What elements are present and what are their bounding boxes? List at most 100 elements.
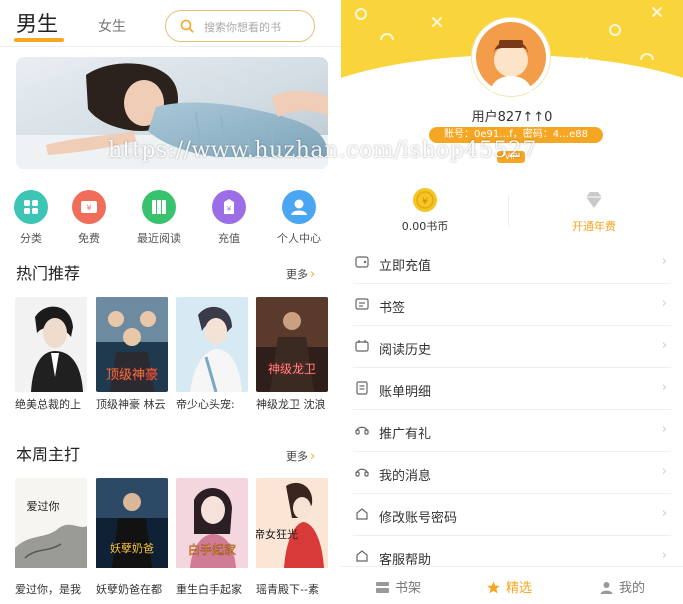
chevron-right-icon: › (310, 449, 316, 464)
book-card[interactable]: 妖孽奶爸 妖孽奶爸在都 (96, 478, 168, 597)
chevron-right-icon: › (310, 267, 316, 282)
password-icon (356, 508, 368, 520)
quick-link-free[interactable]: ¥ 免费 (66, 190, 112, 246)
book-cover: 神级龙卫 (256, 297, 328, 392)
cover-title: 神级龙卫 (268, 362, 316, 376)
bookmark-icon (355, 298, 369, 310)
book-card[interactable]: 帝少心头宠: (176, 297, 248, 412)
menu-label: 修改账号密码 (379, 511, 458, 526)
quick-link-category[interactable]: 分类 (8, 190, 54, 246)
bill-icon (356, 381, 368, 395)
star-icon (487, 581, 500, 594)
weekly-more-link[interactable]: 更多 › (286, 448, 315, 464)
tab-female[interactable]: 女生 (98, 16, 126, 36)
book-title: 帝少心头宠: (176, 398, 235, 411)
quick-link-user-center[interactable]: 个人中心 (276, 190, 322, 246)
active-tab-indicator (14, 38, 64, 42)
menu-label: 立即充值 (379, 259, 432, 274)
svg-text:¥: ¥ (86, 204, 91, 213)
message-icon (355, 468, 369, 477)
free-icon: ¥ (72, 190, 106, 224)
top-bar: 男生 女生 搜索你想看的书 (0, 0, 341, 46)
book-card[interactable]: 帝女狂光 瑶青殿下--素 (256, 478, 328, 597)
menu-label: 我的消息 (379, 469, 432, 484)
user-center-icon (282, 190, 316, 224)
menu-item-recharge[interactable]: 立即充值 › (353, 242, 671, 284)
bottom-tab-bar: 书架 精选 我的 (341, 566, 683, 604)
tab-label: 书架 (395, 581, 422, 596)
app-root: 男生 女生 搜索你想看的书 分类 ¥ 免费 最近阅读 ¥ 充值 个人中心 热门推… (0, 0, 683, 604)
book-title: 瑶青殿下--素 (256, 583, 319, 596)
book-title: 神级龙卫 沈浪 (256, 398, 326, 411)
quick-link-label: 充值 (218, 232, 240, 245)
quick-link-recent[interactable]: 最近阅读 (136, 190, 182, 246)
menu-label: 书签 (379, 301, 406, 316)
divider (508, 195, 509, 227)
menu-item-bookmark[interactable]: 书签 › (353, 284, 671, 326)
quick-link-label: 最近阅读 (137, 232, 181, 245)
menu-item-change-password[interactable]: 修改账号密码 › (353, 494, 671, 536)
coin-balance[interactable]: ¥ 0.00书币 (365, 188, 485, 234)
chevron-right-icon: › (661, 338, 667, 353)
menu-item-history[interactable]: 阅读历史 › (353, 326, 671, 368)
tab-mine[interactable]: 我的 (599, 577, 645, 596)
tab-label: 我的 (619, 581, 646, 596)
book-title: 爱过你，是我 (15, 583, 81, 596)
category-icon (14, 190, 48, 224)
book-card[interactable]: 绝美总裁的上 (15, 297, 87, 412)
more-label: 更多 (286, 450, 308, 463)
quick-link-recharge[interactable]: ¥ 充值 (206, 190, 252, 246)
wallet-icon (355, 256, 369, 268)
username: 用户827↑↑0 (471, 110, 553, 125)
book-cover: 爱过你 (15, 478, 87, 573)
chevron-right-icon: › (661, 464, 667, 479)
cover-title: 顶级神豪 (106, 367, 158, 383)
hot-more-link[interactable]: 更多 › (286, 266, 315, 282)
help-icon (356, 550, 368, 562)
banner-image (16, 57, 328, 169)
recent-reading-icon (142, 190, 176, 224)
book-cover: 妖孽奶爸 (96, 478, 168, 573)
book-title: 顶级神豪 林云 (96, 398, 166, 411)
avatar[interactable] (472, 18, 550, 96)
search-icon (180, 19, 194, 33)
promo-banner[interactable] (16, 57, 328, 169)
menu-item-bills[interactable]: 账单明细 › (353, 368, 671, 410)
book-card[interactable]: 顶级神豪 顶级神豪 林云 (96, 297, 168, 412)
svg-text:¥: ¥ (227, 205, 232, 213)
search-placeholder: 搜索你想看的书 (204, 21, 281, 34)
book-cover: 白手起家 (176, 478, 248, 573)
annual-membership-label: 开通年费 (572, 220, 616, 233)
book-card[interactable]: 爱过你 爱过你，是我 (15, 478, 87, 597)
coin-balance-value: 0.00书币 (401, 220, 449, 233)
divider (0, 46, 341, 47)
menu-label: 推广有礼 (379, 427, 432, 442)
chevron-right-icon: › (661, 548, 667, 563)
account-credentials: 账号：0e91…f，密码：4…e88 (429, 127, 603, 143)
tab-male[interactable]: 男生 (16, 8, 58, 38)
recharge-icon: ¥ (212, 190, 246, 224)
quick-link-label: 分类 (20, 232, 42, 245)
book-cover: 帝女狂光 (256, 478, 328, 573)
annual-membership-button[interactable]: 开通年费 (534, 188, 654, 234)
book-title: 重生白手起家 (176, 583, 242, 596)
chevron-right-icon: › (661, 422, 667, 437)
search-input[interactable]: 搜索你想看的书 (165, 10, 315, 42)
vip-badge: VIP (497, 151, 525, 163)
user-icon (600, 582, 613, 594)
chevron-right-icon: › (661, 254, 667, 269)
book-title: 妖孽奶爸在都 (96, 583, 162, 596)
cover-title: 妖孽奶爸 (110, 541, 154, 555)
promotion-icon (355, 426, 369, 435)
tab-featured[interactable]: 精选 (486, 577, 532, 596)
menu-item-promotion[interactable]: 推广有礼 › (353, 410, 671, 452)
book-title: 绝美总裁的上 (15, 398, 81, 411)
book-cover (176, 297, 248, 392)
tab-bookshelf[interactable]: 书架 (375, 577, 421, 596)
menu-item-messages[interactable]: 我的消息 › (353, 452, 671, 494)
cover-title: 爱过你 (27, 500, 60, 513)
book-card[interactable]: 白手起家 重生白手起家 (176, 478, 248, 597)
quick-link-label: 个人中心 (277, 232, 321, 245)
book-card[interactable]: 神级龙卫 神级龙卫 沈浪 (256, 297, 328, 412)
cover-title: 帝女狂光 (256, 527, 298, 541)
